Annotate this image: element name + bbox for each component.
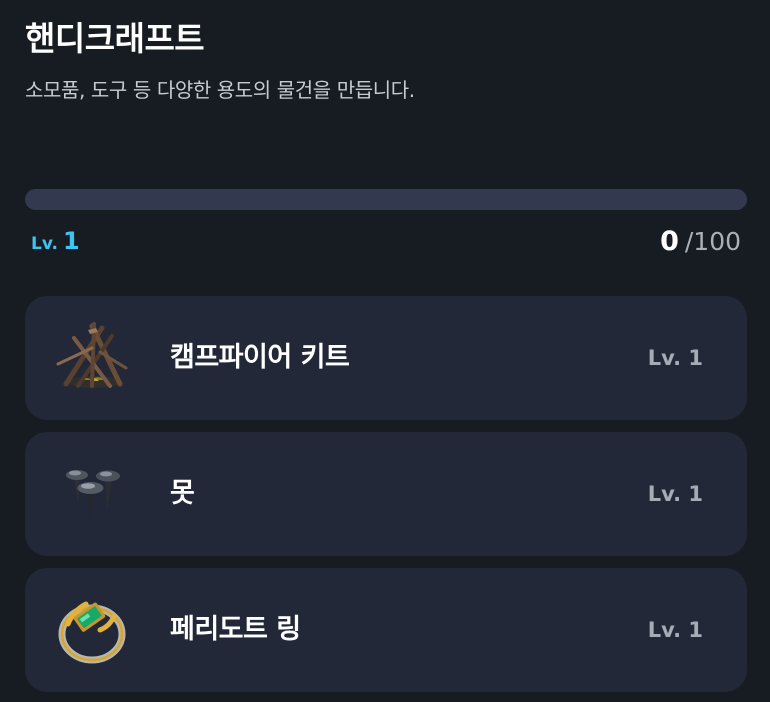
- recipe-level: Lv. 1: [647, 482, 703, 506]
- recipe-name: 못: [170, 478, 195, 509]
- campfire-kit-icon: [52, 318, 132, 398]
- recipe-item-nails[interactable]: 못 Lv. 1: [25, 432, 747, 556]
- level-prefix: Lv.: [31, 234, 58, 254]
- recipe-item-campfire-kit[interactable]: 캠프파이어 키트 Lv. 1: [25, 296, 747, 420]
- exp-current: 0: [660, 226, 679, 257]
- page-subtitle: 소모품, 도구 등 다양한 용도의 물건을 만듭니다.: [25, 78, 415, 102]
- recipe-name: 캠프파이어 키트: [170, 342, 350, 373]
- peridot-ring-icon: [52, 590, 132, 670]
- recipe-name: 페리도트 링: [170, 614, 301, 645]
- recipe-level: Lv. 1: [647, 346, 703, 370]
- page-title: 핸디크래프트: [25, 19, 205, 58]
- exp-max: /100: [684, 227, 741, 256]
- exp-counter: 0 /100: [660, 226, 741, 257]
- exp-progress-bar: [25, 189, 747, 210]
- recipe-level: Lv. 1: [647, 618, 703, 642]
- crafting-skill-panel: 핸디크래프트 소모품, 도구 등 다양한 용도의 물건을 만듭니다. Lv. 1…: [0, 0, 770, 702]
- recipe-item-peridot-ring[interactable]: 페리도트 링 Lv. 1: [25, 568, 747, 692]
- recipe-list: 캠프파이어 키트 Lv. 1 못 Lv. 1 페리도트 링 Lv. 1: [25, 296, 747, 702]
- skill-level: Lv. 1: [31, 227, 80, 255]
- nails-icon: [52, 454, 132, 534]
- level-value: 1: [63, 227, 80, 255]
